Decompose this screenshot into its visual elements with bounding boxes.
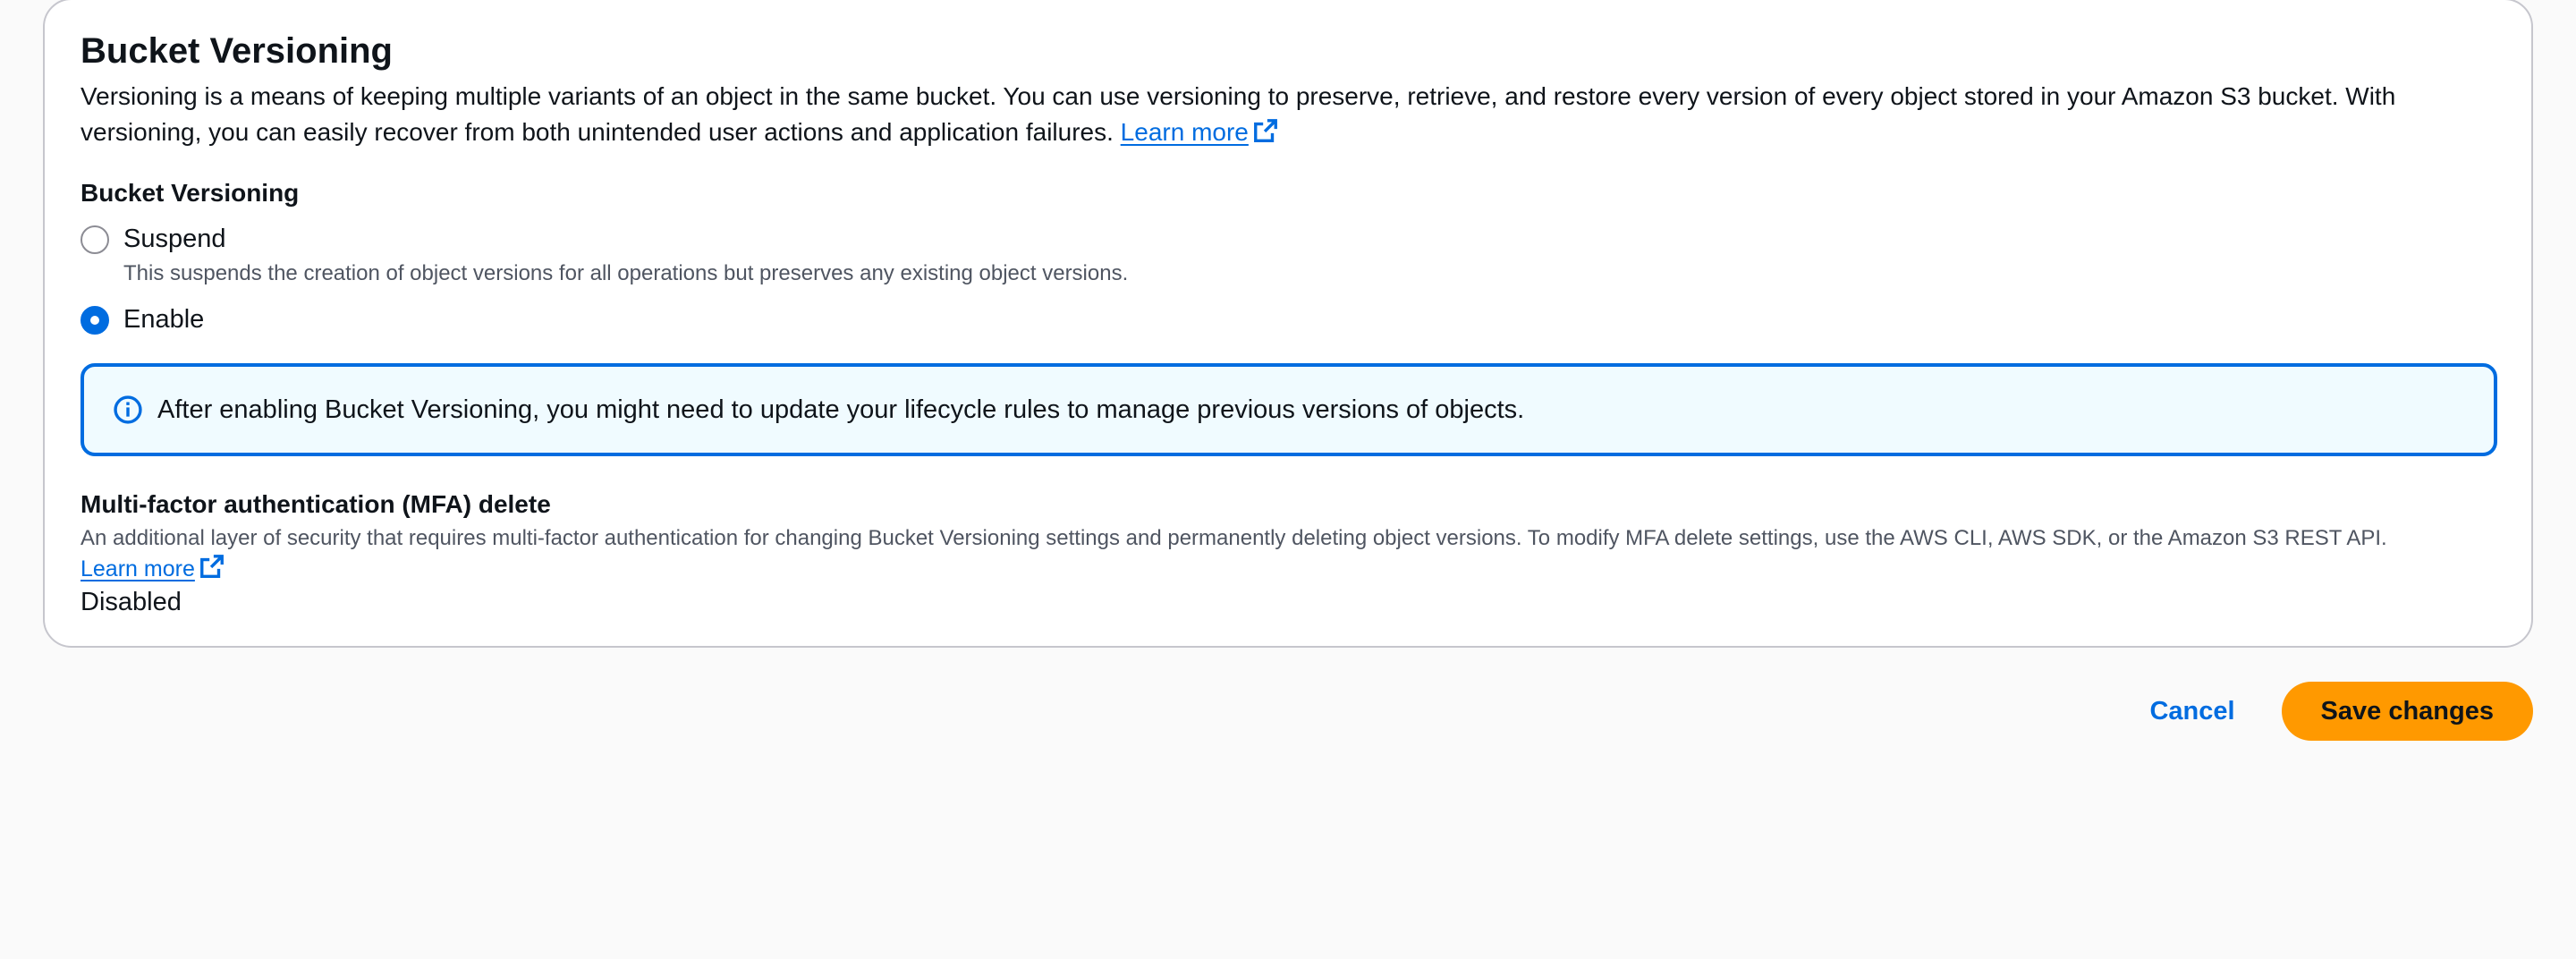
mfa-description-text: An additional layer of security that req…: [80, 526, 2387, 550]
alert-text: After enabling Bucket Versioning, you mi…: [157, 395, 1525, 424]
external-link-icon: [1253, 119, 1277, 142]
learn-more-link[interactable]: Learn more: [1121, 118, 1279, 146]
mfa-learn-more-label[interactable]: Learn more: [80, 556, 195, 581]
enable-option[interactable]: Enable: [80, 301, 2496, 338]
enable-label[interactable]: Enable: [123, 301, 204, 338]
suspend-help-text: This suspends the creation of object ver…: [123, 261, 1129, 285]
suspend-label[interactable]: Suspend: [123, 220, 1128, 258]
mfa-description: An additional layer of security that req…: [80, 524, 2496, 584]
panel-title: Bucket Versioning: [80, 31, 393, 71]
info-alert: After enabling Bucket Versioning, you mi…: [80, 363, 2497, 456]
versioning-field-label: Bucket Versioning: [80, 179, 300, 207]
learn-more-label[interactable]: Learn more: [1121, 118, 1249, 146]
suspend-option[interactable]: Suspend This suspends the creation of ob…: [80, 220, 2496, 288]
cancel-button[interactable]: Cancel: [2124, 682, 2259, 741]
info-icon: [114, 395, 142, 424]
mfa-label: Multi-factor authentication (MFA) delete: [80, 490, 551, 518]
save-changes-button[interactable]: Save changes: [2281, 682, 2533, 741]
external-link-icon: [199, 555, 224, 578]
bucket-versioning-panel: Bucket Versioning Versioning is a means …: [43, 0, 2533, 648]
mfa-status-value: Disabled: [80, 588, 182, 616]
suspend-radio[interactable]: [80, 225, 109, 254]
enable-radio[interactable]: [80, 306, 109, 335]
form-actions: Cancel Save changes: [2124, 682, 2533, 741]
panel-description: Versioning is a means of keeping multipl…: [80, 79, 2513, 150]
mfa-learn-more-link[interactable]: Learn more: [80, 555, 225, 581]
